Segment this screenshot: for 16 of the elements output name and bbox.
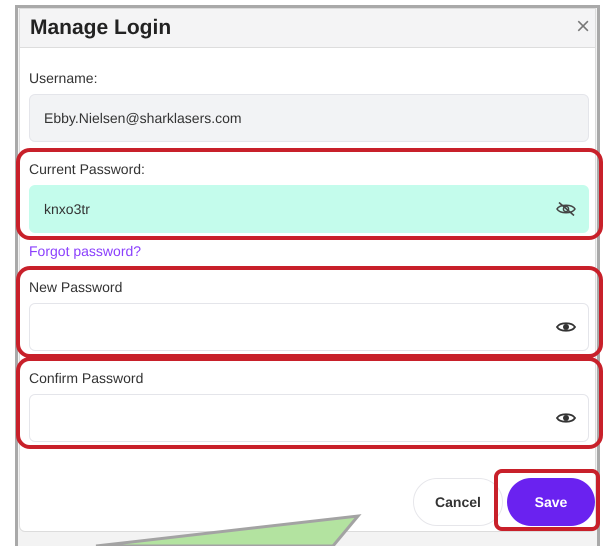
field-label: Username: xyxy=(29,69,98,88)
eye-icon[interactable] xyxy=(556,411,576,425)
password-field[interactable] xyxy=(29,394,589,442)
dialog-title: Manage Login xyxy=(30,16,172,40)
field-label: Current Password: xyxy=(29,160,145,179)
eye-icon[interactable] xyxy=(556,320,576,334)
close-button[interactable]: × xyxy=(575,17,591,36)
forgot-password-link[interactable]: Forgot password? xyxy=(29,242,142,260)
field-label: New Password xyxy=(29,278,122,297)
eye-slash-icon[interactable] xyxy=(556,202,576,216)
username-field[interactable]: Ebby.Nielsen@sharklasers.com xyxy=(29,94,589,142)
password-field[interactable] xyxy=(29,303,589,351)
cancel-button[interactable]: Cancel xyxy=(413,478,503,526)
save-button[interactable]: Save xyxy=(507,478,595,526)
field-label: Confirm Password xyxy=(29,369,144,388)
password-field[interactable]: knxo3tr xyxy=(29,185,589,233)
